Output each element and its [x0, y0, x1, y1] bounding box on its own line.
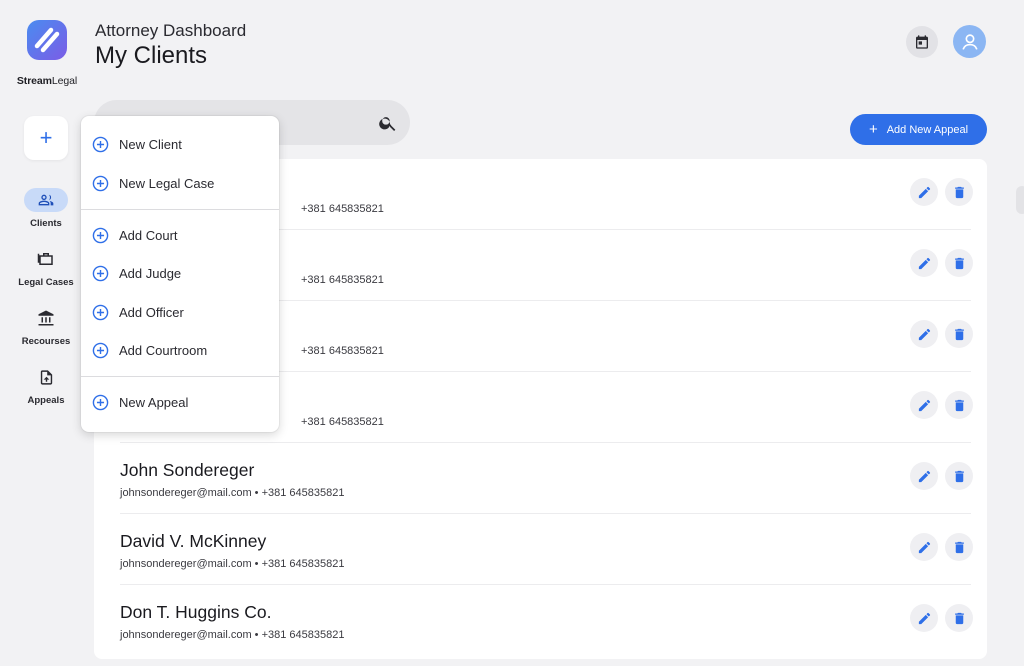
briefcase-icon — [24, 247, 68, 271]
user-avatar-button[interactable] — [953, 25, 986, 58]
client-name: John Sondereger — [120, 460, 255, 480]
client-name: Don T. Huggins Co. — [120, 602, 272, 622]
menu-item-label: Add Court — [119, 227, 178, 243]
pencil-icon — [918, 612, 930, 624]
page-title: My Clients — [95, 42, 208, 69]
add-circle-icon — [92, 175, 109, 191]
add-circle-icon — [92, 227, 109, 243]
menu-item-label: New Legal Case — [119, 175, 215, 191]
add-circle-icon — [92, 136, 109, 152]
page-subtitle: Attorney Dashboard — [95, 21, 247, 40]
add-new-appeal-label: Add New Appeal — [886, 123, 969, 136]
plus-icon: + — [39, 125, 53, 150]
sidebar-item-label: Legal Cases — [18, 277, 74, 288]
client-contact: +381 645835821 — [301, 203, 384, 215]
menu-item-add-judge[interactable]: Add Judge — [81, 256, 279, 290]
brand-name: StreamLegal — [16, 75, 78, 87]
client-contact: +381 645835821 — [301, 274, 384, 286]
pencil-icon — [918, 541, 930, 553]
pencil-icon — [918, 470, 930, 482]
app-logo: StreamLegal — [14, 16, 80, 87]
calendar-button[interactable] — [906, 26, 938, 58]
menu-item-add-officer[interactable]: Add Officer — [81, 295, 279, 329]
delete-button[interactable] — [945, 178, 973, 206]
add-circle-icon — [92, 394, 109, 410]
menu-item-label: New Appeal — [119, 394, 189, 410]
create-button[interactable]: + — [24, 116, 68, 160]
search-icon[interactable] — [378, 113, 398, 133]
sidebar-item-recourses[interactable]: Recourses — [8, 306, 84, 365]
delete-button[interactable] — [945, 462, 973, 490]
sidebar-item-appeals[interactable]: Appeals — [8, 365, 84, 424]
pencil-icon — [918, 257, 930, 269]
menu-item-add-courtroom[interactable]: Add Courtroom — [81, 333, 279, 367]
edit-button[interactable] — [910, 178, 938, 206]
add-circle-icon — [92, 342, 109, 358]
client-contact: +381 645835821 — [301, 345, 384, 357]
calendar-icon — [916, 35, 928, 49]
sidebar-item-legal-cases[interactable]: Legal Cases — [8, 247, 84, 306]
menu-divider — [81, 209, 279, 210]
client-contact: johnsondereger@mail.com • +381 645835821 — [120, 558, 345, 570]
sidebar-item-clients[interactable]: Clients — [8, 188, 84, 247]
sidebar-item-label: Appeals — [27, 395, 65, 406]
trash-icon — [954, 186, 964, 198]
delete-button[interactable] — [945, 320, 973, 348]
client-name: David V. McKinney — [120, 531, 267, 551]
bank-icon — [24, 306, 68, 330]
create-menu: New Client New Legal Case Add Court Add … — [81, 116, 279, 432]
menu-item-label: New Client — [119, 136, 182, 152]
trash-icon — [954, 399, 964, 411]
delete-button[interactable] — [945, 533, 973, 561]
menu-item-label: Add Judge — [119, 265, 182, 281]
client-row[interactable]: Don T. Huggins Co. johnsondereger@mail.c… — [120, 585, 973, 656]
add-circle-icon — [92, 265, 109, 281]
menu-item-new-appeal[interactable]: New Appeal — [81, 385, 279, 419]
edit-button[interactable] — [910, 604, 938, 632]
delete-button[interactable] — [945, 604, 973, 632]
page-header: Attorney Dashboard My Clients — [95, 21, 246, 70]
side-panel-handle[interactable] — [1016, 186, 1024, 214]
trash-icon — [954, 612, 964, 624]
people-icon — [24, 188, 68, 212]
menu-item-new-legal-case[interactable]: New Legal Case — [81, 166, 279, 200]
client-row[interactable]: John Sondereger johnsondereger@mail.com … — [120, 443, 973, 514]
menu-item-new-client[interactable]: New Client — [81, 127, 279, 161]
edit-button[interactable] — [910, 533, 938, 561]
trash-icon — [954, 257, 964, 269]
edit-button[interactable] — [910, 391, 938, 419]
edit-button[interactable] — [910, 462, 938, 490]
client-contact: johnsondereger@mail.com • +381 645835821 — [120, 629, 345, 641]
client-contact: johnsondereger@mail.com • +381 645835821 — [120, 487, 345, 499]
menu-item-label: Add Courtroom — [119, 342, 208, 358]
user-avatar-icon — [961, 33, 978, 50]
add-new-appeal-button[interactable]: + Add New Appeal — [850, 114, 987, 145]
sidebar-nav: Clients Legal Cases Recourses Appeals — [8, 188, 84, 424]
trash-icon — [954, 541, 964, 553]
menu-divider — [81, 376, 279, 377]
edit-button[interactable] — [910, 249, 938, 277]
pencil-icon — [918, 186, 930, 198]
pencil-icon — [918, 399, 930, 411]
delete-button[interactable] — [945, 249, 973, 277]
edit-button[interactable] — [910, 320, 938, 348]
add-circle-icon — [92, 304, 109, 320]
trash-icon — [954, 470, 964, 482]
sidebar-item-label: Recourses — [21, 336, 71, 347]
streamlegal-logo-icon — [27, 20, 67, 60]
file-upload-icon — [24, 365, 68, 389]
trash-icon — [954, 328, 964, 340]
sidebar-item-label: Clients — [30, 218, 62, 229]
menu-item-add-court[interactable]: Add Court — [81, 218, 279, 252]
delete-button[interactable] — [945, 391, 973, 419]
menu-item-label: Add Officer — [119, 304, 184, 320]
pencil-icon — [918, 328, 930, 340]
client-row[interactable]: David V. McKinney johnsondereger@mail.co… — [120, 514, 973, 585]
plus-icon: + — [868, 120, 878, 138]
client-contact: +381 645835821 — [301, 416, 384, 428]
